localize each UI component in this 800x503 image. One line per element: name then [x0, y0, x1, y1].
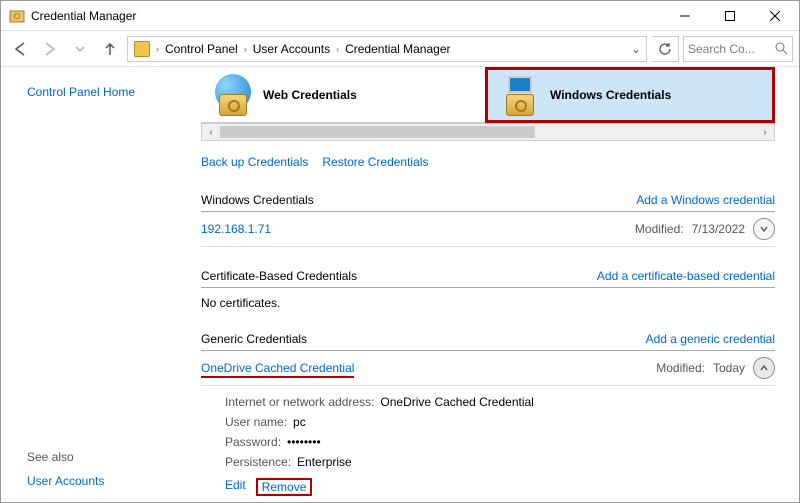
path-dropdown-icon[interactable]: ⌄ [628, 42, 644, 56]
sidebar: Control Panel Home See also User Account… [1, 67, 201, 502]
no-certificates-label: No certificates. [201, 288, 775, 314]
breadcrumb-item[interactable]: Credential Manager [345, 42, 450, 56]
username-value: pc [293, 415, 306, 429]
recent-dropdown[interactable] [67, 36, 93, 62]
tab-web-credentials[interactable]: Web Credentials [201, 67, 485, 123]
breadcrumb[interactable]: › Control Panel › User Accounts › Creden… [127, 36, 647, 62]
breadcrumb-item[interactable]: Control Panel [165, 42, 238, 56]
search-input[interactable]: Search Co... [683, 36, 793, 62]
modified-value: Today [713, 361, 745, 375]
section-generic-credentials: Generic Credentials Add a generic creden… [201, 328, 775, 351]
horizontal-scrollbar[interactable]: ‹ › [201, 123, 775, 141]
user-accounts-link[interactable]: User Accounts [27, 474, 189, 488]
see-also-label: See also [27, 450, 189, 464]
persistence-label: Persistence: [225, 455, 291, 469]
backup-credentials-link[interactable]: Back up Credentials [201, 155, 308, 169]
address-value: OneDrive Cached Credential [380, 395, 533, 409]
section-title: Generic Credentials [201, 332, 646, 346]
maximize-button[interactable] [707, 2, 752, 30]
credential-row[interactable]: 192.168.1.71 Modified: 7/13/2022 [201, 212, 775, 247]
password-value: •••••••• [287, 435, 321, 449]
window-titlebar: Credential Manager [1, 1, 799, 31]
credential-row-expanded[interactable]: OneDrive Cached Credential Modified: Tod… [201, 351, 775, 386]
section-certificate-credentials: Certificate-Based Credentials Add a cert… [201, 265, 775, 288]
section-title: Certificate-Based Credentials [201, 269, 597, 283]
folder-icon [134, 41, 150, 57]
chevron-right-icon[interactable]: › [154, 44, 161, 54]
section-windows-credentials: Windows Credentials Add a Windows creden… [201, 189, 775, 212]
globe-safe-icon [211, 74, 253, 116]
breadcrumb-item[interactable]: User Accounts [253, 42, 330, 56]
window-title: Credential Manager [31, 9, 662, 23]
scroll-thumb[interactable] [220, 126, 535, 138]
scroll-left-icon[interactable]: ‹ [202, 127, 220, 138]
remove-link[interactable]: Remove [256, 478, 313, 496]
collapse-button[interactable] [753, 357, 775, 379]
search-icon [775, 42, 788, 55]
edit-link[interactable]: Edit [225, 478, 246, 496]
main-panel: Web Credentials Windows Credentials ‹ › … [201, 67, 799, 502]
modified-value: 7/13/2022 [692, 222, 745, 236]
toolbar: › Control Panel › User Accounts › Creden… [1, 31, 799, 67]
add-generic-credential-link[interactable]: Add a generic credential [646, 332, 775, 346]
credential-name[interactable]: OneDrive Cached Credential [201, 361, 354, 375]
modified-label: Modified: [656, 361, 705, 375]
username-label: User name: [225, 415, 287, 429]
address-label: Internet or network address: [225, 395, 374, 409]
add-windows-credential-link[interactable]: Add a Windows credential [636, 193, 775, 207]
tab-windows-credentials[interactable]: Windows Credentials [485, 67, 775, 123]
chevron-right-icon[interactable]: › [334, 44, 341, 54]
tab-label: Web Credentials [263, 88, 357, 102]
refresh-button[interactable] [651, 36, 679, 62]
up-button[interactable] [97, 36, 123, 62]
back-button[interactable] [7, 36, 33, 62]
app-icon [9, 8, 25, 24]
close-button[interactable] [752, 2, 797, 30]
tab-label: Windows Credentials [550, 88, 671, 102]
forward-button[interactable] [37, 36, 63, 62]
chevron-right-icon[interactable]: › [242, 44, 249, 54]
minimize-button[interactable] [662, 2, 707, 30]
credential-details: Internet or network address: OneDrive Cac… [201, 386, 775, 474]
expand-button[interactable] [753, 218, 775, 240]
add-certificate-credential-link[interactable]: Add a certificate-based credential [597, 269, 775, 283]
scroll-right-icon[interactable]: › [756, 127, 774, 138]
password-label: Password: [225, 435, 281, 449]
persistence-value: Enterprise [297, 455, 352, 469]
search-placeholder: Search Co... [688, 42, 771, 56]
section-title: Windows Credentials [201, 193, 636, 207]
control-panel-home-link[interactable]: Control Panel Home [27, 85, 189, 99]
modified-label: Modified: [635, 222, 684, 236]
restore-credentials-link[interactable]: Restore Credentials [322, 155, 428, 169]
credential-name[interactable]: 192.168.1.71 [201, 222, 627, 236]
monitor-safe-icon [498, 74, 540, 116]
